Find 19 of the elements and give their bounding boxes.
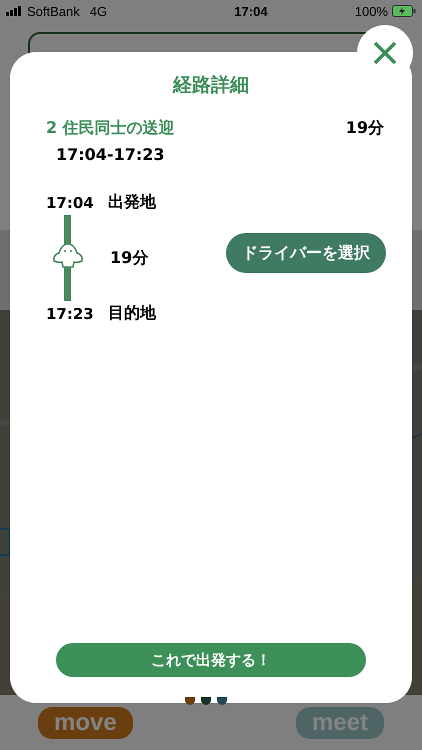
start-button[interactable]: これで出発する！ xyxy=(56,643,366,677)
move-button[interactable]: move xyxy=(38,706,133,738)
leg-duration: 19分 xyxy=(110,248,148,268)
clock: 17:04 xyxy=(233,4,268,18)
carrier-name: SoftBank xyxy=(27,4,80,18)
close-icon xyxy=(372,40,398,66)
end-label: 目的地 xyxy=(108,303,156,324)
start-time: 17:04 xyxy=(46,194,94,212)
route-name: 2 住民同士の送迎 xyxy=(46,118,175,139)
dialog-title: 経路詳細 xyxy=(172,73,250,98)
time-range: 17:04-17:23 xyxy=(56,145,166,164)
route-duration: 19分 xyxy=(346,118,384,139)
network-type: 4G xyxy=(90,4,108,18)
battery-level: 100% xyxy=(354,4,388,18)
select-driver-button[interactable]: ドライバーを選択 xyxy=(226,233,386,273)
battery-icon xyxy=(392,5,416,17)
start-label: 出発地 xyxy=(108,192,156,213)
end-time: 17:23 xyxy=(46,304,94,322)
signal-icon xyxy=(6,6,21,16)
